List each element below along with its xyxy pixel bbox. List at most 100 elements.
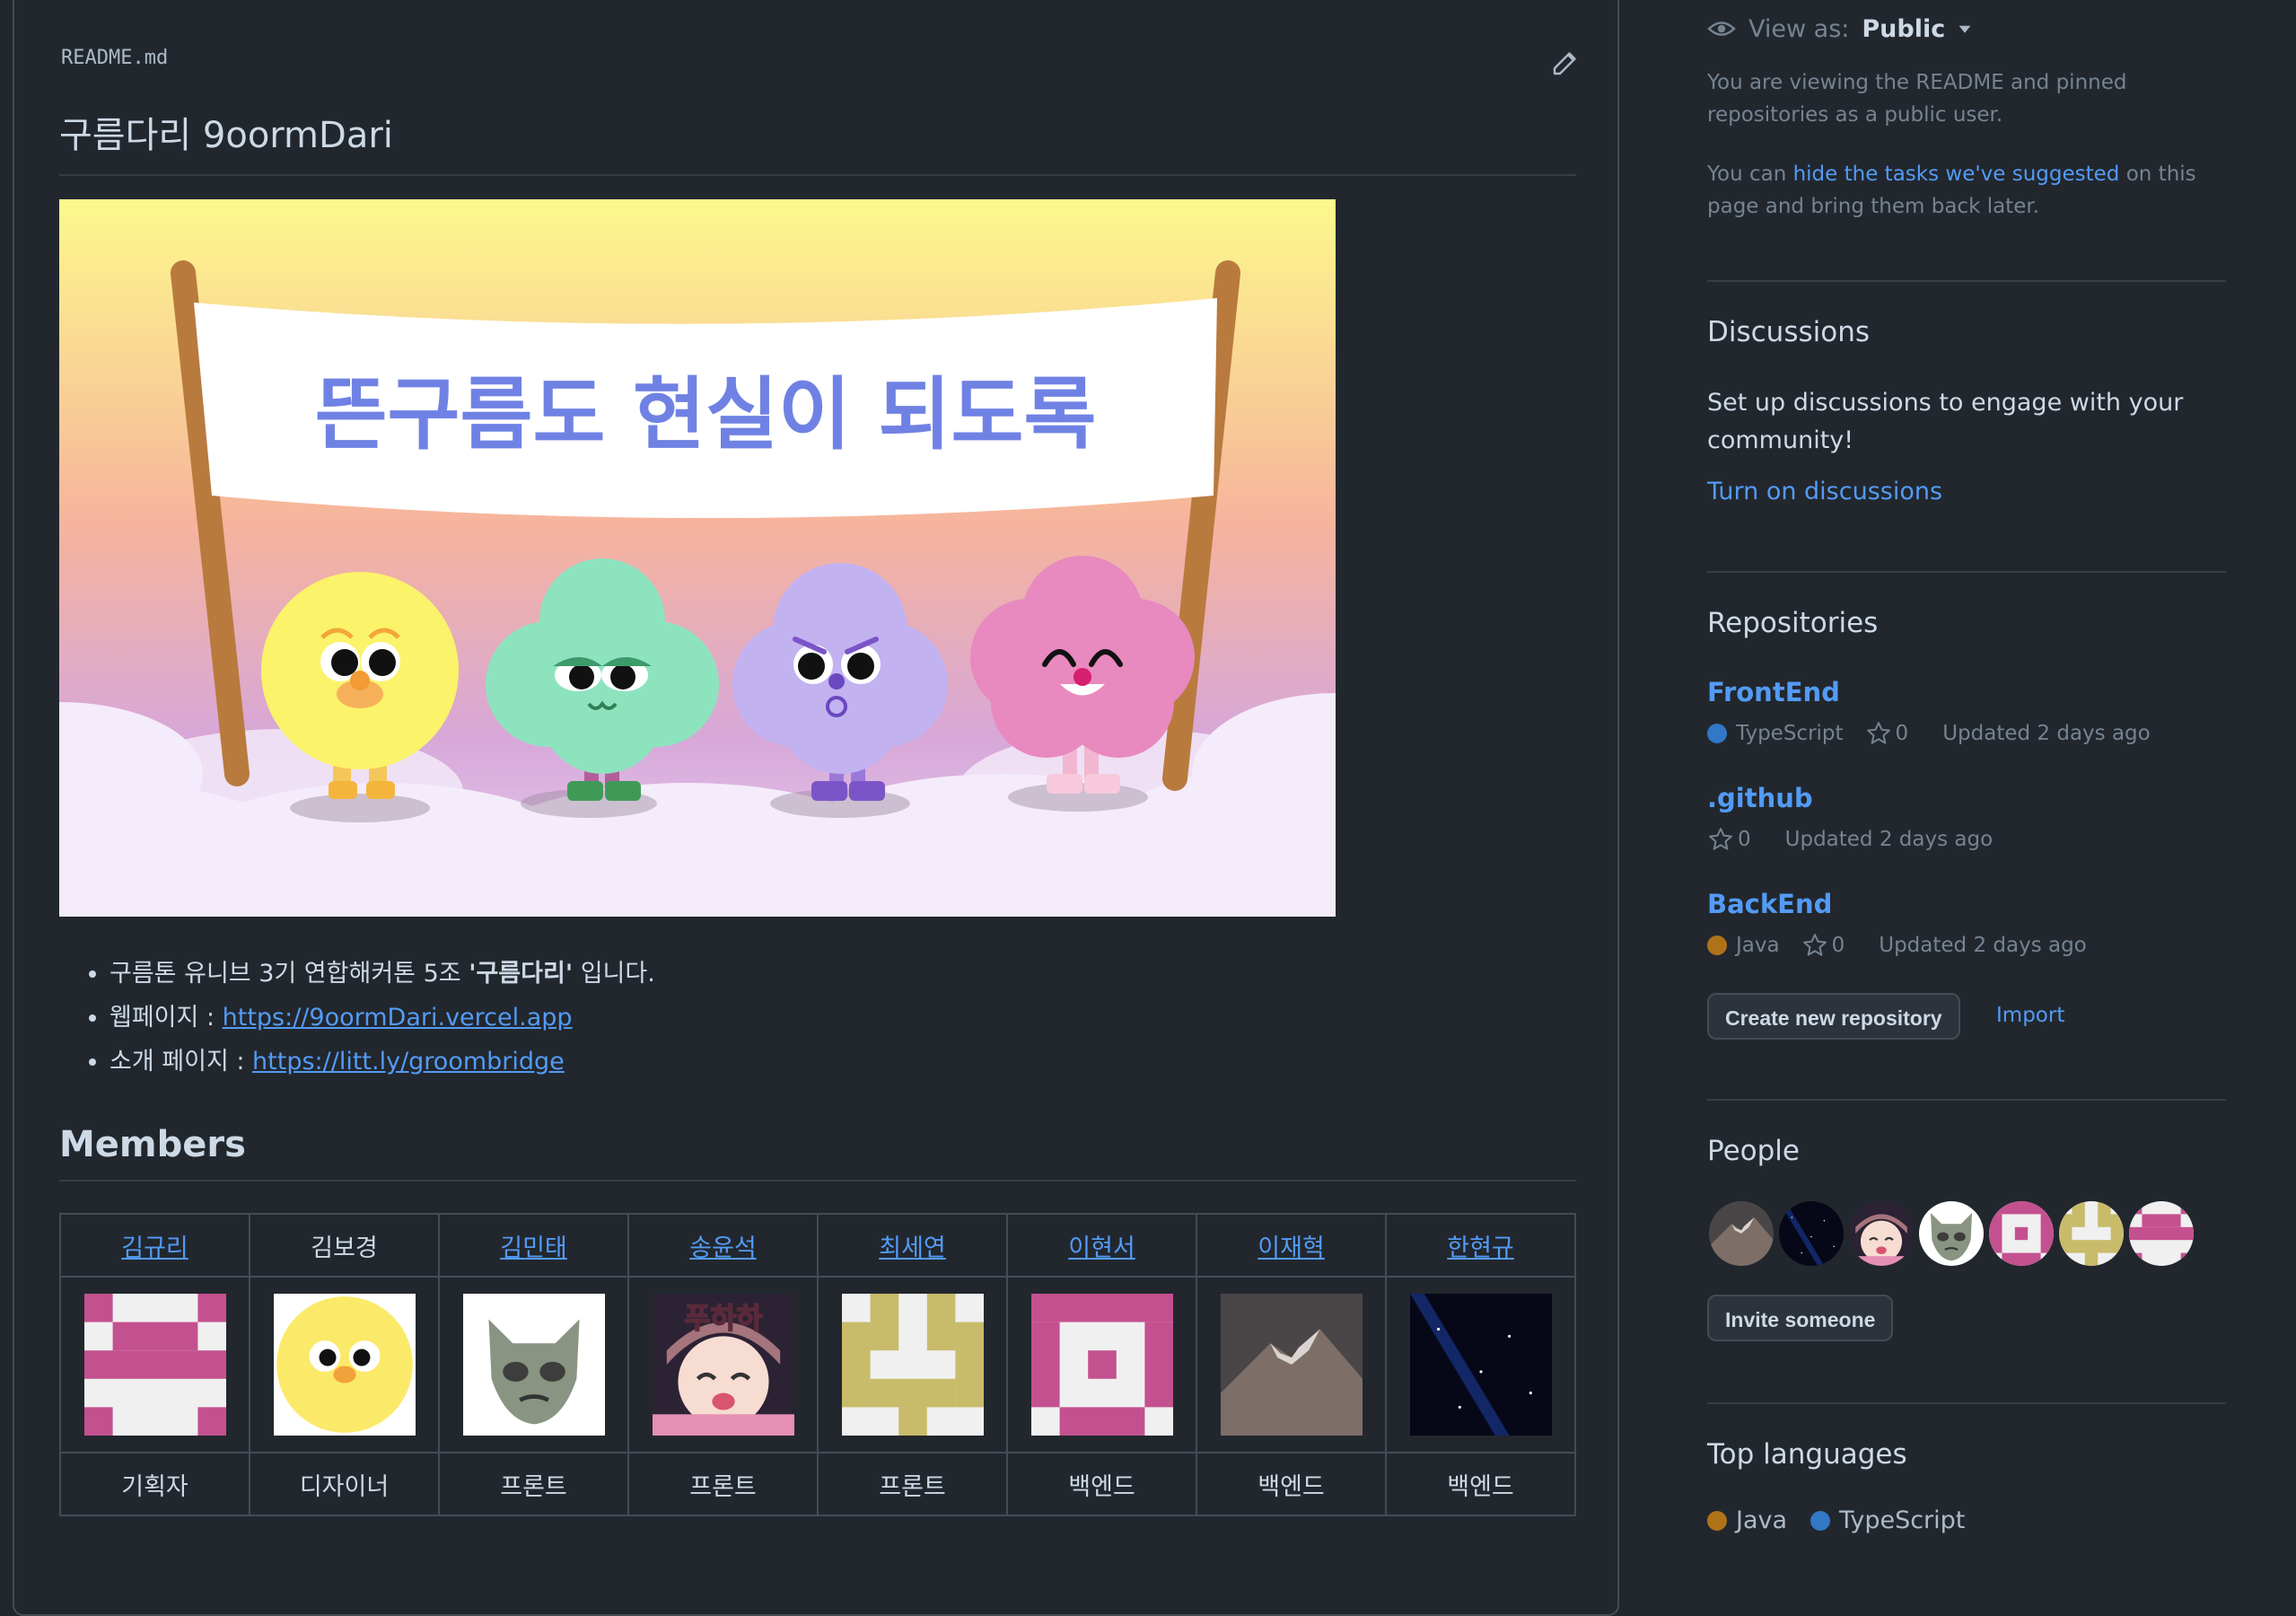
members-avatar-row: 푸하하 <box>59 1276 1576 1454</box>
repo-updated: Updated 2 days ago <box>1942 722 2151 745</box>
members-name-row: 김규리 김보경 김민태 송윤석 최세연 이현서 이재혁 한현규 <box>59 1213 1576 1278</box>
person-avatar[interactable] <box>2057 1199 2125 1268</box>
view-as-value: Public <box>1862 14 1946 43</box>
member-avatar-cell <box>59 1276 250 1454</box>
member-link[interactable]: 이재혁 <box>1258 1234 1325 1262</box>
repo-link-github[interactable]: .github <box>1707 783 1813 813</box>
hide-tasks-link[interactable]: hide the tasks we've suggested <box>1793 162 2120 186</box>
person-avatar[interactable] <box>2127 1199 2195 1268</box>
readme-filename: README.md <box>61 47 169 69</box>
divider <box>1707 1099 2226 1101</box>
member-role: 프론트 <box>627 1452 819 1516</box>
member-role: 백엔드 <box>1196 1452 1387 1516</box>
member-avatar <box>463 1294 605 1436</box>
pencil-icon[interactable] <box>1549 47 1582 79</box>
repo-link-backend[interactable]: BackEnd <box>1707 889 1832 919</box>
top-languages-title: Top languages <box>1707 1438 1907 1471</box>
member-link[interactable]: 김규리 <box>121 1234 188 1262</box>
member-avatar-cell: 푸하하 <box>627 1276 819 1454</box>
member-name-cell: 최세연 <box>817 1213 1008 1278</box>
language-name: TypeScript <box>1839 1506 1966 1534</box>
member-avatar-cell <box>249 1276 440 1454</box>
caret-down-icon <box>1959 25 1971 33</box>
member-name-cell: 이현서 <box>1006 1213 1197 1278</box>
member-role: 디자이너 <box>249 1452 440 1516</box>
language-name: Java <box>1736 1506 1788 1534</box>
import-link[interactable]: Import <box>1996 1004 2064 1027</box>
banner-slogan: 뜬구름도 현실이 되도록 <box>315 368 1097 461</box>
member-avatar-cell <box>1196 1276 1387 1454</box>
discussions-title: Discussions <box>1707 316 1871 348</box>
member-name-cell: 김규리 <box>59 1213 250 1278</box>
suggested-tasks-note: You can hide the tasks we've suggested o… <box>1707 162 2196 218</box>
members-heading: Members <box>59 1124 1576 1181</box>
people-avatars <box>1707 1199 2195 1268</box>
repo-stars: 0 <box>1895 722 1909 745</box>
member-avatar <box>1031 1294 1173 1436</box>
member-role: 프론트 <box>438 1452 629 1516</box>
intro-item-webpage: 웹페이지 : https://9oormDari.vercel.app <box>110 996 655 1040</box>
divider <box>1707 280 2226 282</box>
repo-stars: 0 <box>1831 934 1845 957</box>
member-link[interactable]: 김민태 <box>500 1234 567 1262</box>
member-role: 백엔드 <box>1385 1452 1576 1516</box>
member-role: 프론트 <box>817 1452 1008 1516</box>
repo-stars: 0 <box>1738 828 1751 851</box>
top-languages-list: Java TypeScript <box>1707 1506 1965 1534</box>
language-color-dot <box>1707 935 1727 955</box>
public-view-note: You are viewing the README and pinned re… <box>1707 71 2127 127</box>
member-name-cell: 한현규 <box>1385 1213 1576 1278</box>
member-link[interactable]: 이현서 <box>1068 1234 1135 1262</box>
readme-title: 구름다리 9oormDari <box>59 106 1576 176</box>
turn-on-discussions-link[interactable]: Turn on discussions <box>1707 478 1942 505</box>
webpage-link[interactable]: https://9oormDari.vercel.app <box>223 1004 573 1032</box>
member-role: 백엔드 <box>1006 1452 1197 1516</box>
language-color-dot <box>1707 1510 1727 1531</box>
readme-panel: README.md 구름다리 9oormDari 뜬구름도 현실이 되도록 • … <box>13 0 1619 1616</box>
intro-list: 구름톤 유니브 3기 연합해커톤 5조 '구름다리' 입니다. 웹페이지 : h… <box>59 952 655 1084</box>
repo-link-frontend[interactable]: FrontEnd <box>1707 677 1840 707</box>
member-avatar <box>1410 1294 1552 1436</box>
divider <box>1707 571 2226 573</box>
members-role-row: 기획자 디자이너 프론트 프론트 프론트 백엔드 백엔드 백엔드 <box>59 1452 1576 1516</box>
repo-language: Java <box>1736 934 1780 957</box>
member-avatar <box>84 1294 226 1436</box>
member-link[interactable]: 최세연 <box>879 1234 946 1262</box>
member-name-cell: 김민태 <box>438 1213 629 1278</box>
star-icon[interactable] <box>1865 720 1892 747</box>
language-color-dot <box>1810 1510 1831 1531</box>
view-as-selector[interactable]: View as: Public <box>1707 14 1972 43</box>
member-avatar-cell <box>817 1276 1008 1454</box>
create-repository-button[interactable]: Create new repository <box>1707 993 1960 1040</box>
person-avatar[interactable] <box>1777 1199 1845 1268</box>
divider <box>1707 1402 2226 1404</box>
repo-updated: Updated 2 days ago <box>1784 828 1994 851</box>
person-avatar[interactable] <box>1707 1199 1775 1268</box>
view-as-label: View as: <box>1748 14 1850 43</box>
repo-updated: Updated 2 days ago <box>1879 934 2087 957</box>
member-avatar: 푸하하 <box>653 1294 794 1436</box>
discussions-description: Set up discussions to engage with your c… <box>1707 389 2184 454</box>
repositories-title: Repositories <box>1707 607 1879 639</box>
person-avatar[interactable] <box>1917 1199 1985 1268</box>
person-avatar[interactable] <box>1847 1199 1915 1268</box>
member-role: 기획자 <box>59 1452 250 1516</box>
team-banner-image: 뜬구름도 현실이 되도록 <box>59 199 1336 917</box>
intro-page-link[interactable]: https://litt.ly/groombridge <box>252 1048 565 1076</box>
member-link[interactable]: 송윤석 <box>689 1234 757 1262</box>
language-color-dot <box>1707 724 1727 743</box>
invite-someone-button[interactable]: Invite someone <box>1707 1295 1894 1341</box>
repo-meta-backend: Java 0 Updated 2 days ago <box>1707 932 2087 959</box>
intro-item-team: 구름톤 유니브 3기 연합해커톤 5조 '구름다리' 입니다. <box>110 952 655 996</box>
member-link[interactable]: 한현규 <box>1447 1234 1514 1262</box>
person-avatar[interactable] <box>1987 1199 2055 1268</box>
member-name-cell: 송윤석 <box>627 1213 819 1278</box>
star-icon[interactable] <box>1707 826 1734 853</box>
repo-meta-github: 0 Updated 2 days ago <box>1707 826 1993 853</box>
star-icon[interactable] <box>1801 932 1828 959</box>
repo-language: TypeScript <box>1736 722 1844 745</box>
intro-item-intro-page: 소개 페이지 : https://litt.ly/groombridge <box>110 1040 655 1084</box>
member-avatar-cell <box>438 1276 629 1454</box>
eye-icon <box>1707 22 1736 36</box>
people-title: People <box>1707 1135 1800 1167</box>
